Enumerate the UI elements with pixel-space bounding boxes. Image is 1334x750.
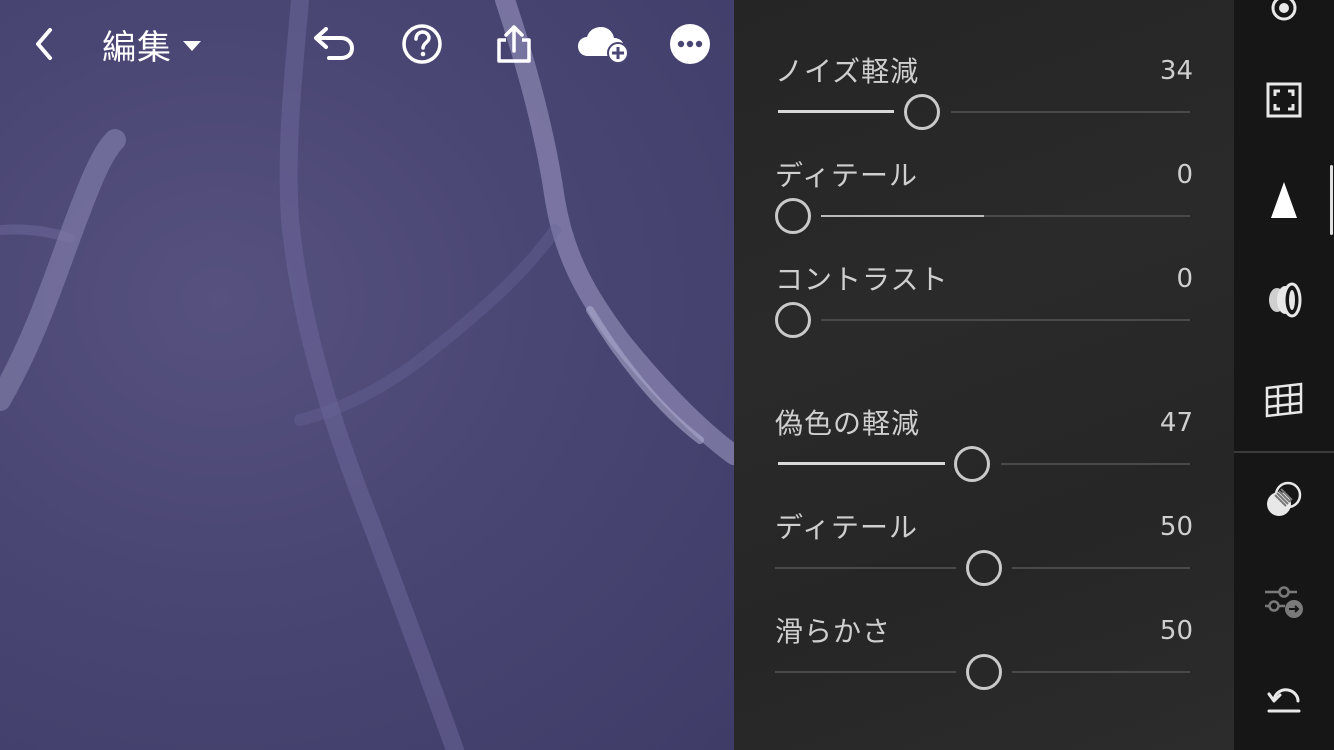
slider-fill [778, 110, 894, 113]
slider-thumb[interactable] [775, 302, 811, 338]
slider-track [775, 567, 956, 569]
slider-track [951, 111, 1190, 113]
optics-icon[interactable] [1234, 260, 1334, 340]
color-smoothness-slider[interactable] [775, 652, 1190, 692]
noise-contrast-label: コントラスト [775, 263, 949, 296]
noise-detail-label: ディテール [775, 159, 919, 192]
crop-icon[interactable] [1234, 60, 1334, 140]
photo-canvas[interactable] [0, 0, 734, 750]
slider-track [821, 319, 1190, 321]
color-noise-label: 偽色の軽減 [775, 407, 921, 440]
cloud-add-icon[interactable] [576, 22, 632, 66]
tool-rail [1234, 0, 1334, 750]
slider-thumb[interactable] [904, 94, 940, 130]
slider-thumb[interactable] [966, 550, 1002, 586]
mode-label: 編集 [102, 27, 172, 68]
help-icon[interactable] [400, 22, 444, 66]
detail-icon[interactable] [1234, 160, 1334, 240]
slider-track [1001, 463, 1190, 465]
reset-icon[interactable] [1234, 660, 1334, 740]
active-tool-indicator [1330, 165, 1333, 235]
slider-fill [778, 462, 945, 465]
color-smoothness-row: 滑らかさ 50 [734, 610, 1234, 714]
noise-detail-slider[interactable] [775, 196, 1190, 236]
noise-contrast-value: 0 [1176, 264, 1193, 294]
slider-track [984, 215, 1190, 217]
mode-dropdown[interactable]: 編集 [102, 22, 202, 68]
slider-fill [821, 215, 984, 217]
rail-divider [1234, 451, 1334, 453]
color-noise-value: 47 [1159, 408, 1193, 438]
color-detail-value: 50 [1159, 512, 1193, 542]
back-icon[interactable] [22, 22, 66, 66]
color-detail-label: ディテール [775, 511, 919, 544]
noise-contrast-row: コントラスト 0 [734, 258, 1234, 362]
top-toolbar: 編集 [0, 0, 734, 90]
color-smoothness-label: 滑らかさ [775, 615, 892, 648]
slider-thumb[interactable] [954, 446, 990, 482]
undo-icon[interactable] [311, 22, 355, 66]
photo-texture [0, 0, 734, 750]
noise-reduction-slider[interactable] [775, 92, 1190, 132]
slider-thumb[interactable] [966, 654, 1002, 690]
noise-reduction-label: ノイズ軽減 [775, 55, 920, 88]
share-icon[interactable] [492, 22, 536, 66]
color-noise-row: 偽色の軽減 47 [734, 402, 1234, 506]
presets-icon[interactable] [1234, 562, 1334, 642]
noise-reduction-value: 34 [1159, 56, 1193, 86]
color-detail-slider[interactable] [775, 548, 1190, 588]
slider-track [1012, 567, 1190, 569]
noise-contrast-slider[interactable] [775, 300, 1190, 340]
noise-detail-value: 0 [1176, 160, 1193, 190]
caret-down-icon [183, 41, 201, 51]
color-smoothness-value: 50 [1159, 616, 1193, 646]
selective-icon[interactable] [1234, 460, 1334, 540]
color-detail-row: ディテール 50 [734, 506, 1234, 610]
healing-icon[interactable] [1234, 0, 1334, 48]
geometry-icon[interactable] [1234, 360, 1334, 440]
slider-thumb[interactable] [775, 198, 811, 234]
slider-track [775, 671, 956, 673]
noise-reduction-row: ノイズ軽減 34 [734, 50, 1234, 154]
noise-detail-row: ディテール 0 [734, 154, 1234, 258]
more-icon[interactable] [668, 22, 712, 66]
slider-track [1012, 671, 1190, 673]
color-noise-slider[interactable] [775, 444, 1190, 484]
detail-panel: ノイズ軽減 34 ディテール 0 コントラスト 0 偽色の軽減 47 ディテール… [734, 0, 1234, 750]
